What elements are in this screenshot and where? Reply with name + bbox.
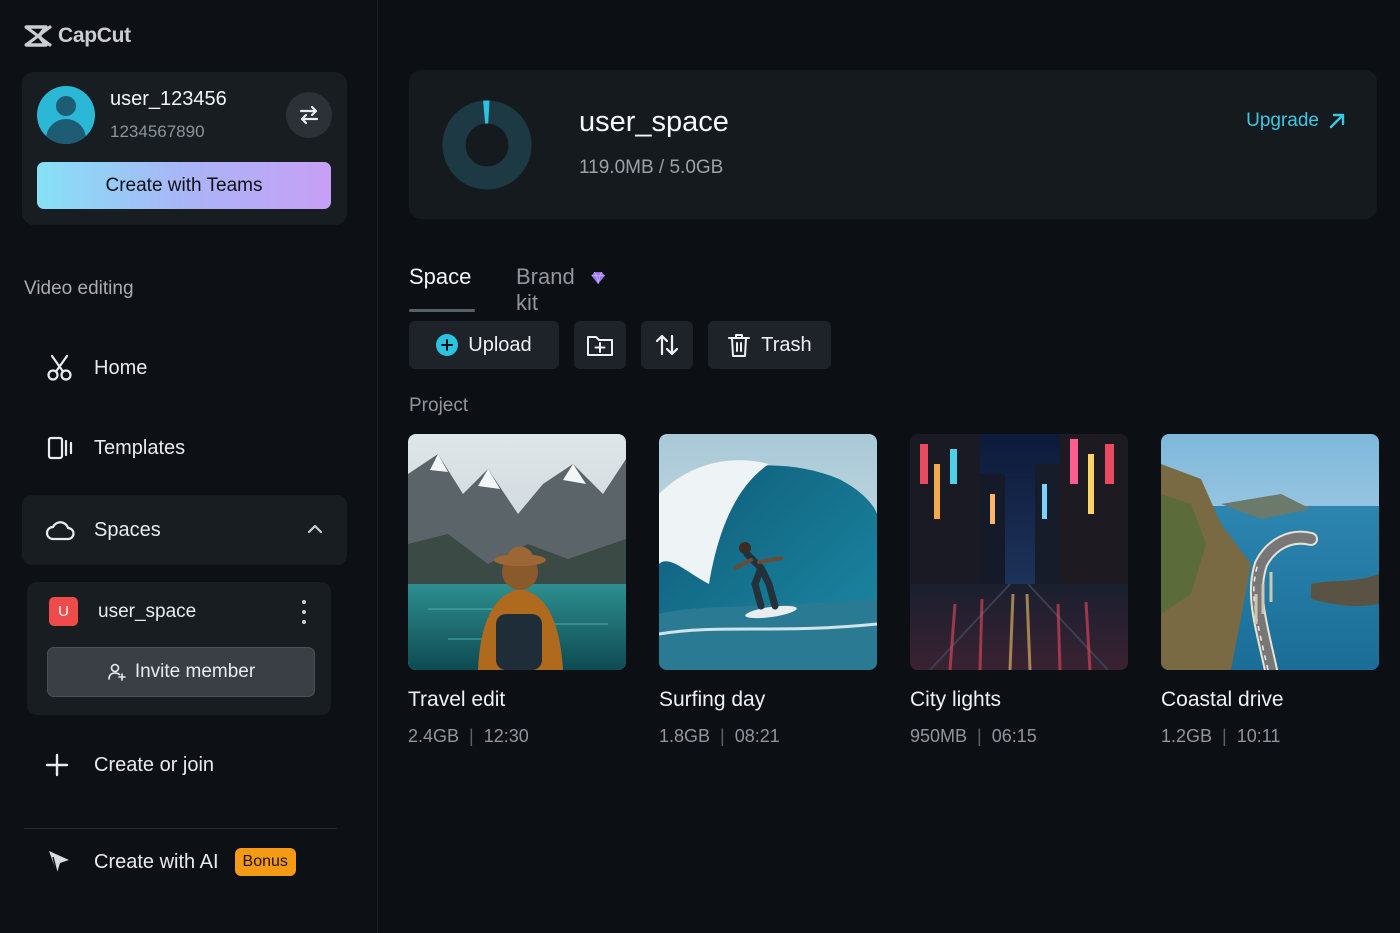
trash-button[interactable]: Trash — [708, 321, 831, 369]
sort-icon — [655, 334, 679, 356]
chevron-up-icon[interactable] — [305, 519, 325, 545]
storage-used: 119.0MB — [579, 157, 654, 178]
project-thumbnail[interactable] — [659, 434, 877, 670]
sidebar-item-label: Home — [94, 356, 148, 379]
sort-button[interactable] — [641, 321, 693, 369]
project-size: 1.2GB — [1161, 726, 1213, 746]
app-window: CapCut user_123456 1234567890 Create wit… — [0, 0, 1400, 933]
sidebar-item-spaces[interactable]: Spaces — [22, 495, 347, 565]
invite-member-label: Invite member — [134, 661, 256, 682]
storage-card: user_space 119.0MB / 5.0GB Upgrade — [409, 70, 1377, 219]
project-meta: 1.2GB | 10:11 — [1161, 726, 1379, 747]
project-title: City lights — [910, 688, 1002, 711]
diamond-icon — [591, 271, 606, 284]
ai-sparkle-icon — [49, 851, 69, 874]
space-badge: U — [49, 597, 78, 626]
trash-icon — [728, 334, 751, 357]
more-options-icon[interactable] — [297, 600, 311, 624]
storage-donut — [442, 100, 532, 190]
project-card-coastal-drive[interactable]: Coastal drive 1.2GB | 10:11 — [1161, 434, 1379, 747]
template-icon — [44, 432, 76, 464]
project-card-travel-edit[interactable]: Travel edit 2.4GB | 12:30 — [408, 434, 626, 747]
tab-brand-kit[interactable]: Brand kit — [516, 258, 607, 315]
section-label-video-editing: Video editing — [24, 278, 134, 299]
project-title: Travel edit — [408, 688, 506, 711]
sidebar: CapCut user_123456 1234567890 Create wit… — [0, 0, 378, 933]
plus-icon — [45, 753, 69, 777]
project-card-surfing-day[interactable]: Surfing day 1.8GB | 08:21 — [659, 434, 877, 747]
storage-total: 5.0GB — [669, 157, 724, 178]
meta-separator: | — [720, 726, 725, 746]
capcut-logo[interactable]: CapCut — [24, 22, 131, 50]
folder-add-icon — [587, 336, 613, 356]
tab-brand-kit-label: Brand kit — [516, 264, 575, 315]
storage-separator: / — [658, 157, 665, 178]
project-duration: 12:30 — [483, 726, 529, 746]
project-duration: 10:11 — [1236, 726, 1281, 746]
add-user-icon — [108, 663, 126, 681]
new-folder-button[interactable] — [574, 321, 626, 369]
project-duration: 06:15 — [991, 726, 1037, 746]
swap-icon — [299, 105, 319, 125]
arrow-up-right-icon — [1329, 113, 1345, 129]
upload-button[interactable]: Upload — [409, 321, 559, 369]
sidebar-divider — [24, 828, 337, 829]
space-card: U user_space Invite member — [27, 582, 331, 715]
project-title: Coastal drive — [1161, 688, 1284, 711]
plus-circle-icon — [436, 334, 459, 356]
sidebar-item-label: Spaces — [94, 518, 161, 541]
bonus-badge: Bonus — [234, 848, 296, 876]
project-section-label: Project — [409, 395, 469, 416]
upload-label: Upload — [468, 333, 532, 356]
project-meta: 1.8GB | 08:21 — [659, 726, 877, 747]
switch-account-button[interactable] — [286, 92, 332, 138]
upgrade-label: Upgrade — [1246, 110, 1319, 131]
create-or-join-button[interactable]: Create or join — [44, 745, 214, 785]
project-card-city-lights[interactable]: City lights 950MB | 06:15 — [910, 434, 1128, 747]
sidebar-item-templates[interactable]: Templates — [22, 413, 347, 483]
project-thumbnail[interactable] — [1161, 434, 1379, 670]
meta-separator: | — [469, 726, 474, 746]
meta-separator: | — [1222, 726, 1227, 746]
create-with-teams-button[interactable]: Create with Teams — [37, 162, 331, 209]
username: user_123456 — [110, 88, 227, 110]
invite-member-button[interactable]: Invite member — [47, 647, 315, 697]
space-name[interactable]: user_space — [98, 601, 196, 623]
sidebar-item-home[interactable]: Home — [22, 333, 347, 403]
capcut-logo-icon — [24, 25, 52, 47]
project-meta: 2.4GB | 12:30 — [408, 726, 626, 747]
project-thumbnail[interactable] — [910, 434, 1128, 670]
storage-usage: 119.0MB / 5.0GB — [579, 157, 723, 179]
sidebar-item-label: Templates — [94, 436, 186, 459]
account-card: user_123456 1234567890 Create with Teams — [22, 72, 347, 225]
cloud-icon — [44, 514, 76, 546]
user-id: 1234567890 — [110, 122, 205, 141]
project-duration: 08:21 — [734, 726, 780, 746]
project-size: 950MB — [910, 726, 968, 746]
scissors-icon — [44, 352, 76, 384]
create-with-ai-button[interactable]: Create with AI Bonus — [44, 843, 296, 881]
project-meta: 950MB | 06:15 — [910, 726, 1128, 747]
avatar[interactable] — [37, 86, 95, 144]
upgrade-link[interactable]: Upgrade — [1246, 110, 1347, 132]
create-with-ai-label: Create with AI — [94, 850, 219, 873]
tab-space[interactable]: Space — [409, 258, 476, 312]
trash-label: Trash — [761, 333, 812, 356]
project-size: 2.4GB — [408, 726, 460, 746]
project-thumbnail[interactable] — [408, 434, 626, 670]
meta-separator: | — [977, 726, 982, 746]
app-name: CapCut — [58, 24, 131, 47]
project-size: 1.8GB — [659, 726, 711, 746]
create-or-join-label: Create or join — [94, 753, 215, 776]
project-title: Surfing day — [659, 688, 766, 711]
space-title: user_space — [579, 106, 729, 138]
